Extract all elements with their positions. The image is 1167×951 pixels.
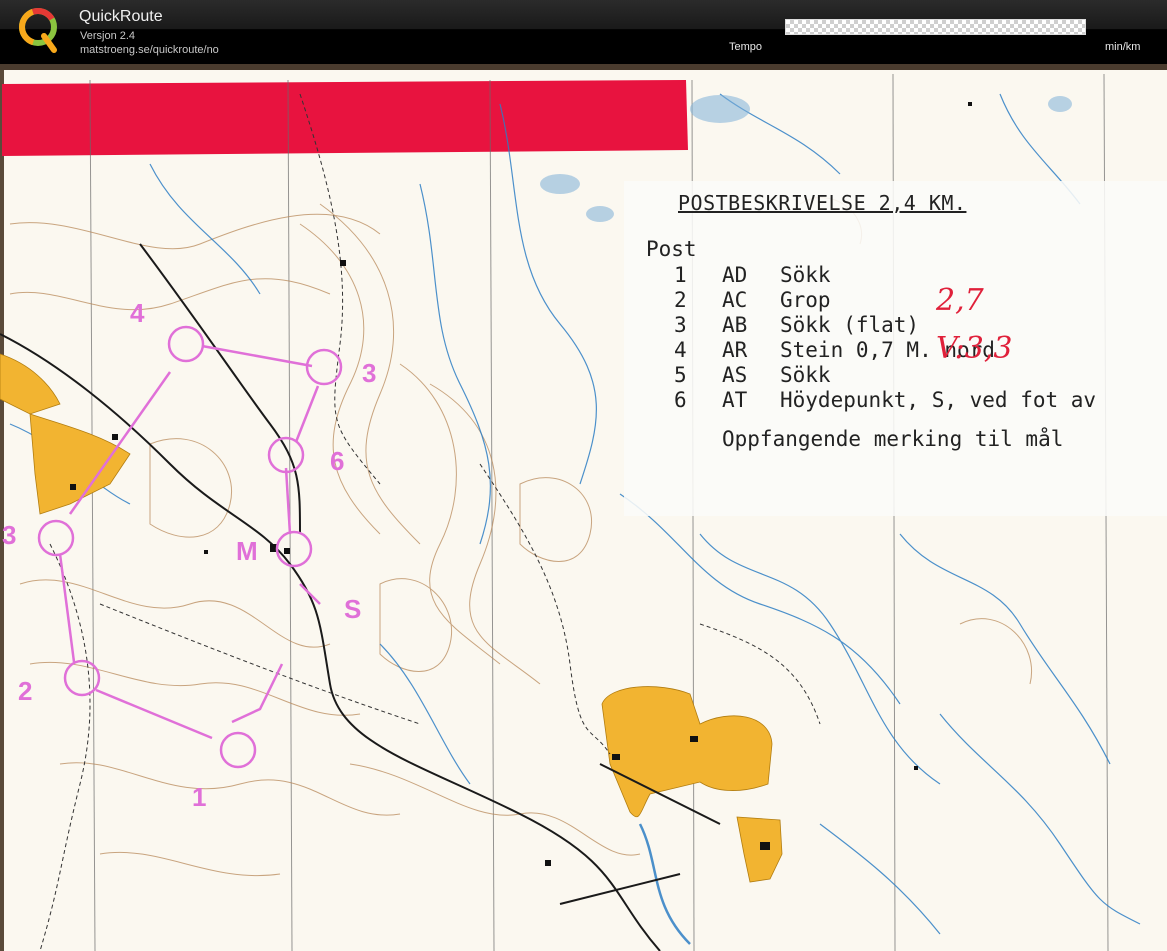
control-label-m: M <box>236 536 258 566</box>
app-url: matstroeng.se/quickroute/no <box>80 44 219 56</box>
row-description: Sökk <box>780 263 831 287</box>
control-label-4: 4 <box>130 298 145 328</box>
row-code: AT <box>722 388 748 412</box>
app-version: Versjon 2.4 <box>80 30 136 42</box>
handwritten-note: V:3,3 <box>936 331 1013 366</box>
row-code: AC <box>722 288 748 312</box>
tempo-color-scale[interactable] <box>785 19 1086 35</box>
row-description: Sökk (flat) <box>780 313 920 337</box>
row-description: Sökk <box>780 363 831 387</box>
red-tape-strip <box>2 80 688 156</box>
control-label-6: 6 <box>330 446 345 476</box>
row-code: AB <box>722 313 748 337</box>
quickroute-logo-icon <box>19 8 57 53</box>
control-label-2: 2 <box>18 676 33 706</box>
control-label-1: 1 <box>192 782 207 812</box>
row-code: AR <box>722 338 748 362</box>
row-number: 2 <box>674 288 687 312</box>
row-description: Höydepunkt, S, ved fot av <box>780 388 1097 412</box>
row-number: 5 <box>674 363 687 387</box>
row-code: AS <box>722 363 748 387</box>
row-number: 3 <box>674 313 687 337</box>
control-label-3: 3 <box>2 520 17 550</box>
legend-header: Post <box>646 237 697 261</box>
row-number: 6 <box>674 388 687 412</box>
tempo-label: Tempo <box>729 41 763 53</box>
legend-title: POSTBESKRIVELSE 2,4 KM. <box>678 191 967 215</box>
app-title: QuickRoute <box>79 8 163 25</box>
handwritten-distance: 2,7 <box>936 283 984 318</box>
title-bar: QuickRoute Versjon 2.4 matstroeng.se/qui… <box>0 0 1167 64</box>
row-description: Grop <box>780 288 831 312</box>
control-label-3-top: 3 <box>362 358 377 388</box>
control-label-s: S <box>344 594 362 624</box>
legend-footer: Oppfangende merking til mål <box>722 427 1064 451</box>
row-code: AD <box>722 263 748 287</box>
row-number: 4 <box>674 338 687 362</box>
row-number: 1 <box>674 263 687 287</box>
map-view[interactable]: 4 3 6 M S 3 2 1 POSTBESKRIVELSE 2,4 KM. … <box>0 64 1167 951</box>
tempo-unit-label: min/km <box>1105 41 1141 53</box>
control-description-legend: POSTBESKRIVELSE 2,4 KM. Post 1 AD Sökk 2… <box>624 181 1167 516</box>
